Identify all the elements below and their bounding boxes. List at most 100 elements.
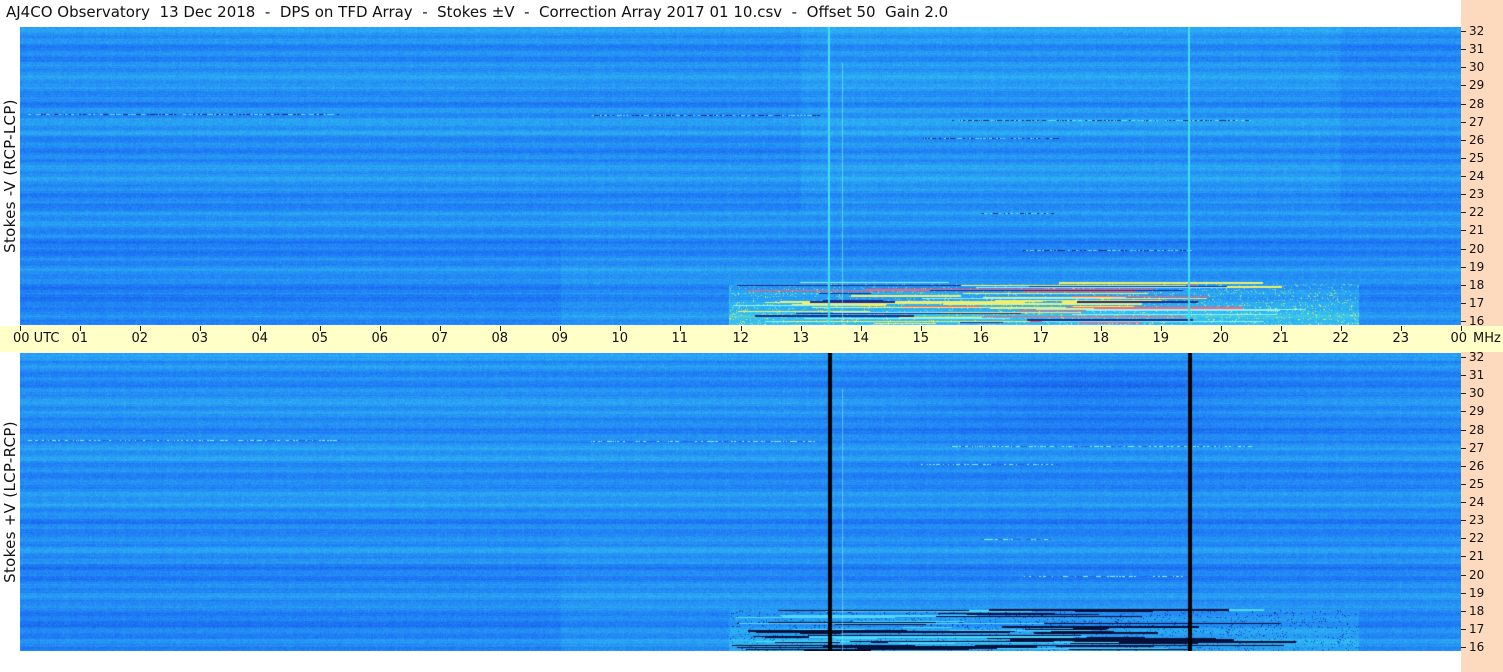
time-tick-label: 14 xyxy=(852,331,870,346)
time-tick-label: 16 xyxy=(972,331,990,346)
time-tick-label: 22 xyxy=(1332,331,1350,346)
frequency-tick-mark xyxy=(1461,611,1466,612)
frequency-tick-mark xyxy=(1461,176,1466,177)
time-tick-label: 04 xyxy=(251,331,269,346)
time-tick-label: 09 xyxy=(551,331,569,346)
frequency-tick-mark xyxy=(1461,230,1466,231)
frequency-tick-label: 30 xyxy=(1469,386,1485,400)
time-tick-label: 02 xyxy=(131,331,149,346)
frequency-tick-mark xyxy=(1461,430,1466,431)
frequency-tick-label: 17 xyxy=(1469,296,1485,310)
top-panel-ylabel: Stokes -V (RCP-LCP) xyxy=(0,25,20,326)
frequency-tick-label: 27 xyxy=(1469,441,1485,455)
frequency-tick-label: 18 xyxy=(1469,604,1485,618)
frequency-tick-mark xyxy=(1461,556,1466,557)
bottom-panel-ylabel-text: Stokes +V (LCP-RCP) xyxy=(1,421,20,583)
frequency-tick-label: 16 xyxy=(1469,640,1485,654)
frequency-tick-label: 27 xyxy=(1469,115,1485,129)
frequency-tick-label: 20 xyxy=(1469,568,1485,582)
frequency-tick-mark xyxy=(1461,285,1466,286)
frequency-tick-mark xyxy=(1461,575,1466,576)
frequency-tick-mark xyxy=(1461,647,1466,648)
window-title: AJ4CO Observatory 13 Dec 2018 - DPS on T… xyxy=(0,0,1461,25)
time-tick-label: 15 xyxy=(912,331,930,346)
frequency-tick-mark xyxy=(1461,393,1466,394)
frequency-tick-label: 26 xyxy=(1469,459,1485,473)
frequency-tick-label: 28 xyxy=(1469,97,1485,111)
time-tick-label: 23 xyxy=(1392,331,1410,346)
top-frequency-ticks: 32 31 30 29 28 27 26 25 24 23 22 21 20 19 18 17 16 xyxy=(1461,24,1503,327)
frequency-tick-mark xyxy=(1461,85,1466,86)
frequency-tick-mark xyxy=(1461,629,1466,630)
frequency-tick-mark xyxy=(1461,520,1466,521)
frequency-tick-mark xyxy=(1461,466,1466,467)
frequency-tick-mark xyxy=(1461,357,1466,358)
frequency-tick-label: 26 xyxy=(1469,133,1485,147)
time-tick-label: 03 xyxy=(191,331,209,346)
frequency-tick-label: 31 xyxy=(1469,42,1485,56)
top-panel-ylabel-text: Stokes -V (RCP-LCP) xyxy=(1,98,20,253)
frequency-tick-label: 24 xyxy=(1469,495,1485,509)
time-tick-label: 12 xyxy=(732,331,750,346)
frequency-tick-label: 32 xyxy=(1469,24,1485,38)
frequency-tick-mark xyxy=(1461,375,1466,376)
time-tick-label: 00 UTC xyxy=(13,331,60,346)
frequency-tick-mark xyxy=(1461,104,1466,105)
time-tick-label: 00 xyxy=(1450,331,1468,346)
time-tick-label: 10 xyxy=(611,331,629,346)
frequency-tick-mark xyxy=(1461,267,1466,268)
frequency-tick-label: 21 xyxy=(1469,223,1485,237)
frequency-tick-mark xyxy=(1461,321,1466,322)
frequency-tick-label: 19 xyxy=(1469,586,1485,600)
stokes-minus-v-spectrogram xyxy=(20,27,1461,325)
frequency-tick-mark xyxy=(1461,194,1466,195)
bottom-frequency-ticks: 32 31 30 29 28 27 26 25 24 23 22 21 20 19 18 17 16 xyxy=(1461,350,1503,654)
frequency-tick-label: 24 xyxy=(1469,169,1485,183)
time-tick-label: 18 xyxy=(1092,331,1110,346)
frequency-tick-mark xyxy=(1461,303,1466,304)
frequency-tick-mark xyxy=(1461,67,1466,68)
frequency-tick-label: 19 xyxy=(1469,260,1485,274)
time-tick-label: 08 xyxy=(491,331,509,346)
time-tick-label: 19 xyxy=(1152,331,1170,346)
time-tick-label: 17 xyxy=(1032,331,1050,346)
frequency-tick-mark xyxy=(1461,502,1466,503)
frequency-tick-mark xyxy=(1461,538,1466,539)
frequency-tick-mark xyxy=(1461,249,1466,250)
frequency-tick-mark xyxy=(1461,49,1466,50)
frequency-tick-label: 28 xyxy=(1469,423,1485,437)
bottom-panel-ylabel: Stokes +V (LCP-RCP) xyxy=(0,352,20,652)
time-tick-label: 21 xyxy=(1272,331,1290,346)
time-tick-label: 11 xyxy=(671,331,689,346)
time-tick-label: 01 xyxy=(71,331,89,346)
frequency-tick-mark xyxy=(1461,158,1466,159)
time-tick-label: 13 xyxy=(792,331,810,346)
frequency-tick-label: 32 xyxy=(1469,350,1485,364)
frequency-tick-label: 29 xyxy=(1469,78,1485,92)
frequency-tick-mark xyxy=(1461,212,1466,213)
time-tick-label: 20 xyxy=(1212,331,1230,346)
frequency-tick-mark xyxy=(1461,140,1466,141)
frequency-tick-label: 18 xyxy=(1469,278,1485,292)
frequency-tick-label: 20 xyxy=(1469,242,1485,256)
frequency-tick-label: 23 xyxy=(1469,513,1485,527)
frequency-tick-label: 29 xyxy=(1469,404,1485,418)
frequency-tick-mark xyxy=(1461,484,1466,485)
frequency-tick-mark xyxy=(1461,448,1466,449)
time-tick-label: 06 xyxy=(371,331,389,346)
frequency-tick-label: 25 xyxy=(1469,151,1485,165)
frequency-unit-label: MHz xyxy=(1473,331,1501,346)
frequency-tick-mark xyxy=(1461,593,1466,594)
top-spectrogram-canvas xyxy=(20,27,1461,325)
frequency-tick-label: 25 xyxy=(1469,477,1485,491)
stokes-plus-v-spectrogram xyxy=(20,353,1461,651)
frequency-tick-mark xyxy=(1461,411,1466,412)
time-tick-label: 07 xyxy=(431,331,449,346)
bottom-spectrogram-canvas xyxy=(20,353,1461,651)
utc-time-axis: 00 UTC 01 02 03 04 05 06 07 08 09 10 11 12 13 14 15 16 17… xyxy=(0,326,1503,352)
frequency-tick-label: 22 xyxy=(1469,531,1485,545)
time-tick-label: 05 xyxy=(311,331,329,346)
frequency-tick-label: 31 xyxy=(1469,368,1485,382)
frequency-tick-label: 21 xyxy=(1469,549,1485,563)
frequency-tick-mark xyxy=(1461,122,1466,123)
